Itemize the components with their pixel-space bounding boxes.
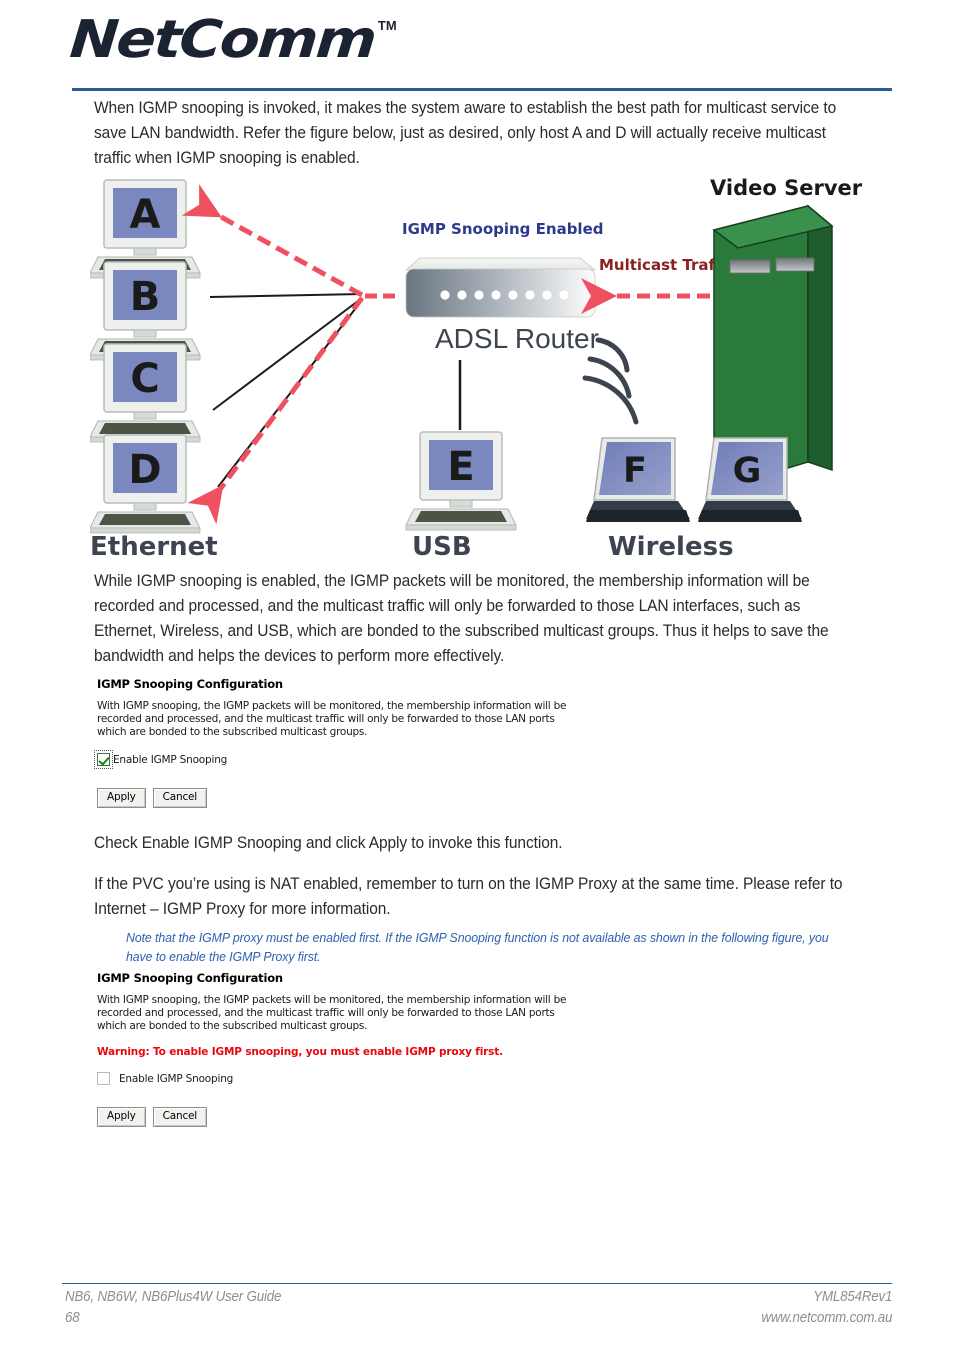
config-panel-buttons: Apply Cancel [97, 1107, 567, 1127]
netcomm-logo: NetComm TM [68, 10, 397, 70]
logo-wordmark: NetComm [67, 10, 378, 70]
logo-trademark-symbol: TM [377, 18, 397, 33]
footer-website: www.netcomm.com.au [761, 1310, 892, 1326]
svg-text:A: A [130, 192, 161, 238]
svg-text:C: C [130, 356, 159, 402]
header-divider [72, 88, 892, 91]
cancel-button[interactable]: Cancel [152, 1107, 208, 1127]
multicast-arrows [181, 184, 395, 525]
host-e-desktop: E [405, 431, 517, 531]
config-panel-description: With IGMP snooping, the IGMP packets wil… [97, 700, 567, 738]
check-enable-paragraph: Check Enable IGMP Snooping and click App… [94, 834, 563, 852]
enable-igmp-snooping-row[interactable]: Enable IGMP Snooping [97, 1072, 567, 1085]
igmp-snooping-enabled-label: IGMP Snooping Enabled [402, 220, 603, 238]
pvc-nat-paragraph: If the PVC you’re using is NAT enabled, … [94, 875, 843, 918]
svg-text:G: G [733, 451, 762, 491]
footer-right: YML854Rev1 www.netcomm.com.au [761, 1287, 892, 1329]
enable-igmp-snooping-row[interactable]: Enable IGMP Snooping [94, 750, 567, 769]
apply-button[interactable]: Apply [97, 1107, 146, 1127]
footer-doc-code: YML854Rev1 [813, 1289, 892, 1305]
host-f-laptop: F [586, 437, 690, 522]
enable-igmp-snooping-checkbox[interactable] [97, 1072, 110, 1085]
intro-paragraph: When IGMP snooping is invoked, it makes … [94, 99, 837, 167]
host-c-desktop: C [90, 343, 201, 443]
igmp-snooping-network-diagram: A B C D ADSL Router IGMP Snooping Enable… [90, 170, 880, 560]
enable-igmp-snooping-label: Enable IGMP Snooping [113, 753, 228, 766]
svg-text:D: D [128, 447, 161, 493]
host-d-desktop: D [90, 434, 201, 534]
igmp-snooping-config-panel-warning: IGMP Snooping Configuration With IGMP sn… [97, 971, 567, 1127]
video-server-label: Video Server [710, 176, 863, 200]
config-panel-heading: IGMP Snooping Configuration [97, 971, 283, 985]
apply-button[interactable]: Apply [97, 788, 146, 808]
footer-left: NB6, NB6W, NB6Plus4W User Guide 68 [65, 1287, 281, 1329]
cancel-button[interactable]: Cancel [152, 788, 208, 808]
wireless-label: Wireless [608, 532, 734, 560]
footer-page-number: 68 [65, 1310, 80, 1326]
page-header: NetComm TM [0, 0, 954, 91]
footer-guide-title: NB6, NB6W, NB6Plus4W User Guide [65, 1289, 282, 1305]
ethernet-label: Ethernet [90, 532, 218, 560]
svg-text:F: F [623, 451, 647, 491]
adsl-router-device [404, 257, 597, 318]
igmp-snooping-config-panel-enabled: IGMP Snooping Configuration With IGMP sn… [94, 677, 567, 808]
igmp-proxy-note: Note that the IGMP proxy must be enabled… [126, 930, 829, 964]
config-panel-buttons: Apply Cancel [97, 788, 567, 808]
igmp-proxy-warning-text: Warning: To enable IGMP snooping, you mu… [97, 1046, 503, 1058]
svg-text:B: B [130, 274, 161, 320]
enable-igmp-snooping-checkbox[interactable] [94, 750, 113, 769]
post-diagram-paragraph: While IGMP snooping is enabled, the IGMP… [94, 572, 829, 665]
config-panel-description: With IGMP snooping, the IGMP packets wil… [97, 994, 567, 1032]
svg-text:E: E [447, 444, 474, 490]
host-g-laptop: G [698, 437, 802, 522]
unicast-lines [209, 293, 363, 488]
enable-igmp-snooping-label: Enable IGMP Snooping [119, 1072, 234, 1085]
footer-divider [62, 1283, 892, 1284]
router-label: ADSL Router [435, 323, 599, 354]
usb-label: USB [412, 532, 472, 560]
config-panel-heading: IGMP Snooping Configuration [97, 677, 283, 691]
